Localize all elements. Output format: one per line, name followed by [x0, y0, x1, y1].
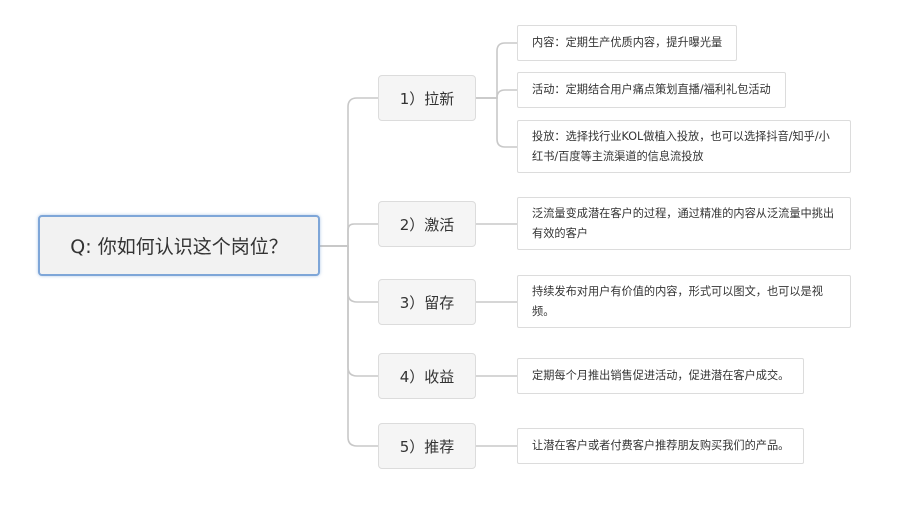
leaf-events[interactable]: 活动：定期结合用户痛点策划直播/福利礼包活动 — [517, 72, 786, 108]
leaf-ads[interactable]: 投放：选择找行业KOL做植入投放，也可以选择抖音/知乎/小红书/百度等主流渠道的… — [517, 120, 851, 173]
root-to-branch-2 — [320, 223, 378, 247]
branch-topic-referral[interactable]: 5）推荐 — [378, 423, 476, 469]
leaf-referral-desc[interactable]: 让潜在客户或者付费客户推荐朋友购买我们的产品。 — [517, 428, 805, 464]
root-to-branch-3 — [320, 245, 378, 303]
root-topic[interactable]: Q: 你如何认识这个岗位？ — [38, 215, 320, 276]
leaf-retention-desc[interactable]: 持续发布对用户有价值的内容，形式可以图文，也可以是视频。 — [517, 275, 851, 328]
root-to-branch-4 — [320, 245, 378, 377]
leaf-revenue-desc[interactable]: 定期每个月推出销售促进活动，促进潜在客户成交。 — [517, 358, 805, 394]
branch-topic-activation[interactable]: 2）激活 — [378, 201, 476, 247]
leaf-activation-desc[interactable]: 泛流量变成潜在客户的过程，通过精准的内容从泛流量中挑出有效的客户 — [517, 197, 851, 250]
branch-topic-revenue[interactable]: 4）收益 — [378, 353, 476, 399]
root-to-branch-5 — [320, 245, 378, 447]
leaf-content[interactable]: 内容：定期生产优质内容，提升曝光量 — [517, 25, 738, 61]
branch-topic-retention[interactable]: 3）留存 — [378, 279, 476, 325]
branch-1-to-leaf-3 — [476, 97, 517, 148]
branch-topic-acquisition[interactable]: 1）拉新 — [378, 75, 476, 121]
